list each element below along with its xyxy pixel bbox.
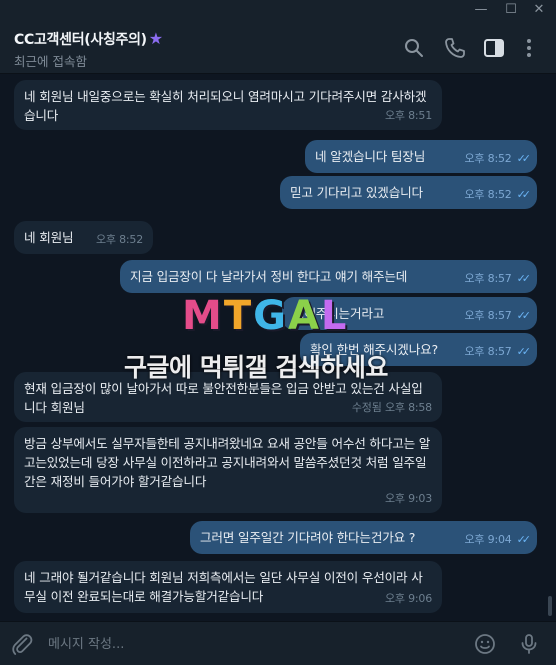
emoji-icon[interactable]: [473, 632, 497, 656]
sidebar-toggle-icon[interactable]: [482, 36, 506, 60]
message-time: 오후 8:52: [95, 233, 143, 246]
message-time: 오후 9:04: [464, 533, 512, 546]
message-time: 오후 8:57: [464, 345, 512, 358]
message-time: 오후 8:57: [464, 309, 512, 322]
composer: [0, 621, 556, 665]
message-time: 오후 9:06: [384, 592, 432, 605]
message-time: 수정됨 오후 8:58: [351, 401, 432, 414]
read-check-icon: ✓✓: [516, 345, 532, 358]
message-meta: 오후 9:04 ✓✓: [464, 530, 532, 549]
message-input[interactable]: [48, 634, 448, 654]
message-text: 네 그래야 될거같습니다 회원님 저희측에서는 일단 사무실 이전이 우선이라 …: [24, 570, 423, 604]
premium-star-icon: ★: [148, 29, 163, 48]
chat-status: 최근에 접속함: [14, 54, 87, 69]
watermark-logo: MTGAL: [182, 293, 349, 339]
message-text: 네 회원님 내일중으로는 확실히 처리되오니 염려마시고 기다려주시면 감사하겠…: [24, 89, 427, 123]
more-vertical-icon[interactable]: [517, 36, 541, 60]
read-check-icon: ✓✓: [516, 272, 532, 285]
maximize-button[interactable]: ☐: [496, 0, 526, 22]
close-button[interactable]: ✕: [524, 0, 554, 22]
message-meta: 오후 8:57 ✓✓: [464, 269, 532, 288]
message-incoming[interactable]: 네 회원님 오후 8:52: [14, 221, 153, 254]
scrollbar-thumb[interactable]: [548, 596, 552, 616]
microphone-icon[interactable]: [517, 632, 541, 656]
message-incoming[interactable]: 방금 상부에서도 실무자들한테 공지내려왔네요 요새 공안들 어수선 하다고는 …: [14, 427, 442, 513]
read-check-icon: ✓✓: [516, 188, 532, 201]
attach-icon[interactable]: [10, 632, 34, 656]
chat-title[interactable]: CC고객센터(사칭주의) ★: [14, 29, 163, 49]
chat-title-text: CC고객센터(사칭주의): [14, 32, 147, 48]
message-outgoing[interactable]: 믿고 기다리고 있겠습니다 오후 8:52 ✓✓: [280, 176, 537, 209]
message-time: 오후 8:52: [464, 152, 512, 165]
message-meta: 오후 8:52 ✓✓: [464, 149, 532, 168]
phone-icon[interactable]: [443, 36, 467, 60]
window-titlebar: — ☐ ✕: [0, 0, 556, 22]
read-check-icon: ✓✓: [516, 152, 532, 165]
message-outgoing[interactable]: 네 알겠습니다 팀장님 오후 8:52 ✓✓: [305, 140, 537, 173]
message-meta: 오후 8:57 ✓✓: [464, 342, 532, 361]
message-meta: 오후 8:57 ✓✓: [464, 306, 532, 325]
message-time: 오후 8:57: [464, 272, 512, 285]
message-incoming[interactable]: 네 회원님 내일중으로는 확실히 처리되오니 염려마시고 기다려주시면 감사하겠…: [14, 80, 442, 130]
read-check-icon: ✓✓: [516, 309, 532, 322]
search-icon[interactable]: [402, 36, 426, 60]
message-time: 오후 8:51: [384, 109, 432, 122]
message-incoming[interactable]: 네 그래야 될거같습니다 회원님 저희측에서는 일단 사무실 이전이 우선이라 …: [14, 561, 442, 613]
message-time: 오후 9:03: [384, 492, 432, 505]
message-meta: 오후 8:52 ✓✓: [464, 185, 532, 204]
minimize-button[interactable]: —: [466, 0, 496, 22]
message-outgoing[interactable]: 지금 입금장이 다 날라가서 정비 한다고 얘기 해주는데 오후 8:57 ✓✓: [120, 260, 537, 293]
message-outgoing[interactable]: 그러면 일주일간 기다려야 한다는건가요 ? 오후 9:04 ✓✓: [190, 521, 537, 554]
watermark-text: 구글에 먹튀갤 검색하세요: [124, 353, 388, 382]
chat-header: CC고객센터(사칭주의) ★ 최근에 접속함: [0, 22, 556, 74]
message-time: 오후 8:52: [464, 188, 512, 201]
message-text: 방금 상부에서도 실무자들한테 공지내려왔네요 요새 공안들 어수선 하다고는 …: [24, 436, 431, 489]
read-check-icon: ✓✓: [516, 533, 532, 546]
